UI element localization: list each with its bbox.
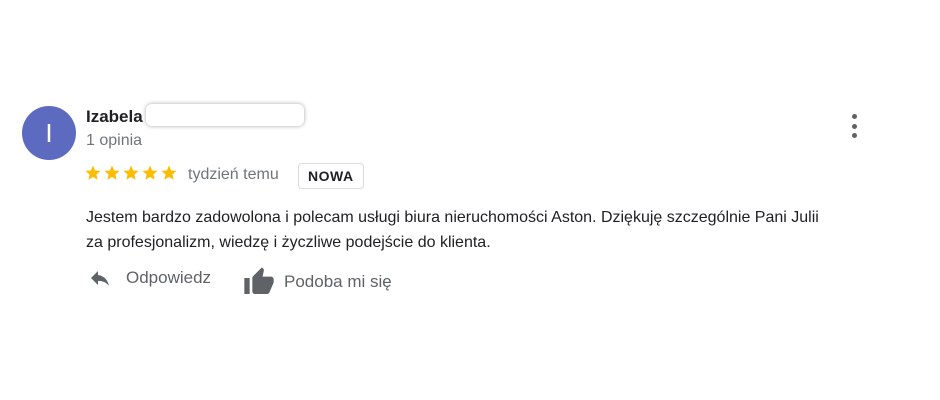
review-text-line: za profesjonalizm, wiedzę i życzliwe pod… [86,234,491,251]
avatar-initial: I [45,117,53,148]
star-icon [161,165,177,180]
star-icon [142,165,158,180]
review-card: I Izabela 1 opinia tydzień temu NOWA Jes… [0,0,940,400]
star-icon [85,165,101,180]
review-text-line: Jestem bardzo zadowolona i polecam usług… [86,209,819,226]
author-name[interactable]: Izabela [86,107,143,127]
reply-label: Odpowiedz [126,268,212,287]
review-text: Jestem bardzo zadowolona i polecam usług… [86,205,906,255]
like-button[interactable]: Podoba mi się [243,266,392,298]
avatar[interactable]: I [22,106,76,160]
more-vert-icon [851,114,857,119]
star-icon [123,165,139,180]
review-time: tydzień temu [188,166,279,183]
redacted-surname [146,104,304,126]
star-icon [104,165,120,180]
star-rating [84,164,178,182]
more-options-button[interactable] [843,112,865,140]
thumb-up-icon [244,267,274,294]
reply-icon [91,271,109,286]
reply-button[interactable]: Odpowiedz [86,266,211,290]
new-badge: NOWA [298,163,364,189]
like-label: Podoba mi się [284,272,392,291]
review-count[interactable]: 1 opinia [86,132,142,150]
